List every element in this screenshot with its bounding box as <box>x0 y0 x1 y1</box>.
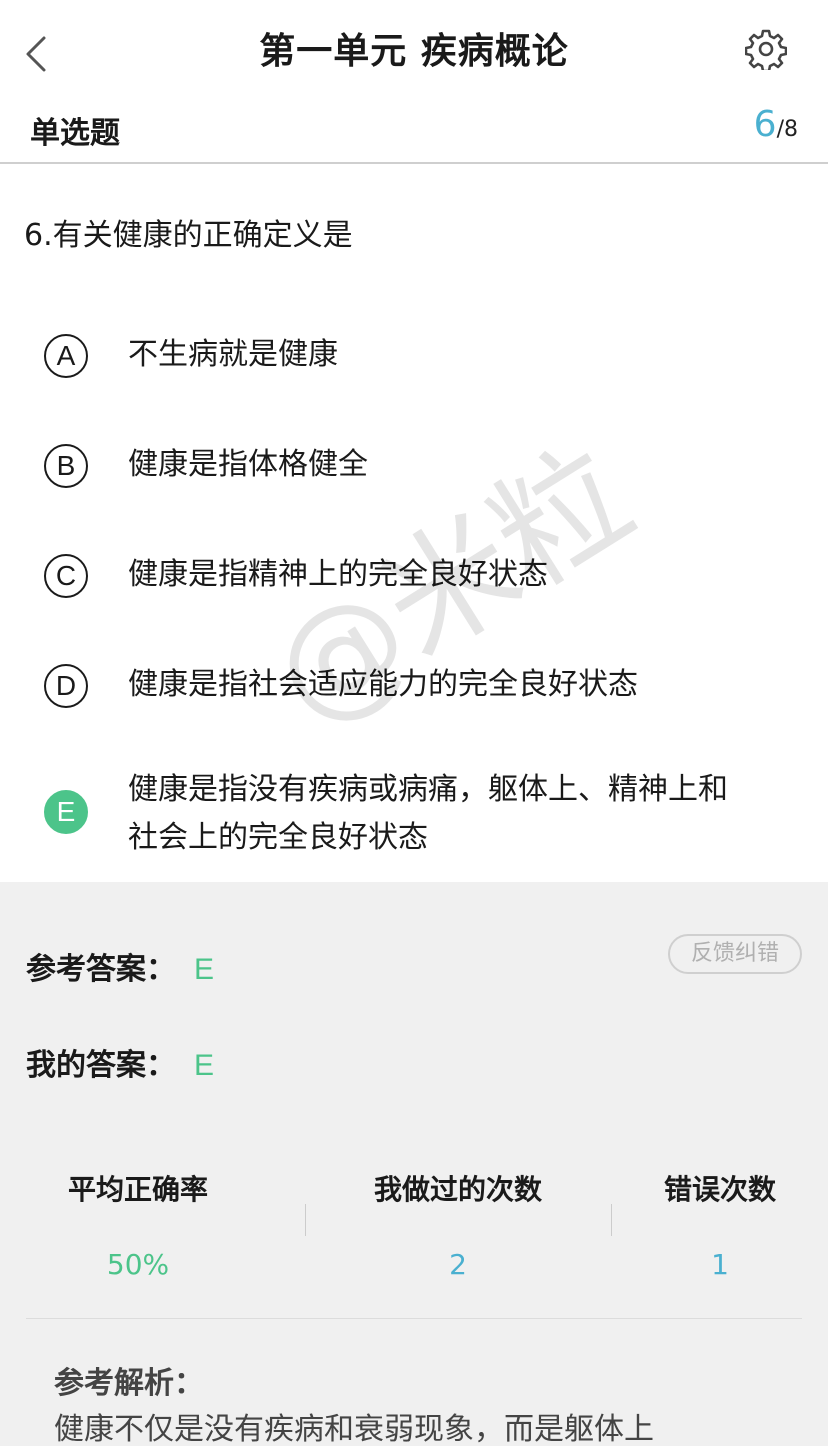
stat-label: 平均正确率 <box>67 1173 208 1206</box>
stat-errors: 错误次数 1 <box>570 1168 828 1281</box>
current-question-number: 6 <box>753 104 777 145</box>
question-header: 单选题 6/8 <box>0 100 828 164</box>
reference-answer-row: 参考答案： E <box>26 944 214 988</box>
question-progress: 6/8 <box>754 104 798 145</box>
stat-label: 错误次数 <box>663 1173 776 1206</box>
option-letter-badge: D <box>44 664 88 708</box>
option-text: 健康是指社会适应能力的完全良好状态 <box>128 667 638 702</box>
option-text: 不生病就是健康 <box>128 337 338 372</box>
option-text: 健康是指没有疾病或病痛，躯体上、精神上和社会上的完全良好状态 <box>128 772 728 855</box>
option-letter-badge: B <box>44 444 88 488</box>
stat-value: 50% <box>106 1248 170 1281</box>
stat-value: 1 <box>711 1248 729 1281</box>
stat-value: 2 <box>449 1248 467 1281</box>
divider <box>26 1318 802 1319</box>
feedback-button[interactable]: 反馈纠错 <box>668 934 802 974</box>
stat-accuracy: 平均正确率 50% <box>0 1168 288 1281</box>
option-text: 健康是指体格健全 <box>128 447 368 482</box>
option-text: 健康是指精神上的完全良好状态 <box>128 557 548 592</box>
reference-answer-value: E <box>194 953 215 986</box>
option-letter-badge: C <box>44 554 88 598</box>
option-letter-badge: A <box>44 334 88 378</box>
stat-attempts: 我做过的次数 2 <box>308 1168 608 1281</box>
gear-icon[interactable] <box>745 28 787 70</box>
top-nav-bar: 第一单元 疾病概论 <box>0 0 828 100</box>
question-text: 6.有关健康的正确定义是 <box>24 218 353 253</box>
analysis-title: 参考解析： <box>54 1366 204 1401</box>
page-title: 第一单元 疾病概论 <box>259 31 569 72</box>
reference-answer-label: 参考答案： <box>26 952 176 987</box>
my-answer-row: 我的答案： E <box>26 1040 214 1084</box>
question-type: 单选题 <box>30 116 120 151</box>
stat-divider <box>305 1204 306 1236</box>
my-answer-value: E <box>194 1049 215 1082</box>
option-letter-badge-selected: E <box>44 790 88 834</box>
total-questions: /8 <box>776 117 798 142</box>
answer-panel: 参考答案： E 反馈纠错 我的答案： E 平均正确率 50% 我做过的次数 2 错误… <box>0 882 828 1447</box>
analysis-text: 健康不仅是没有疾病和衰弱现象，而是躯体上 <box>54 1412 654 1447</box>
stat-label: 我做过的次数 <box>373 1173 542 1206</box>
my-answer-label: 我的答案： <box>26 1048 176 1083</box>
